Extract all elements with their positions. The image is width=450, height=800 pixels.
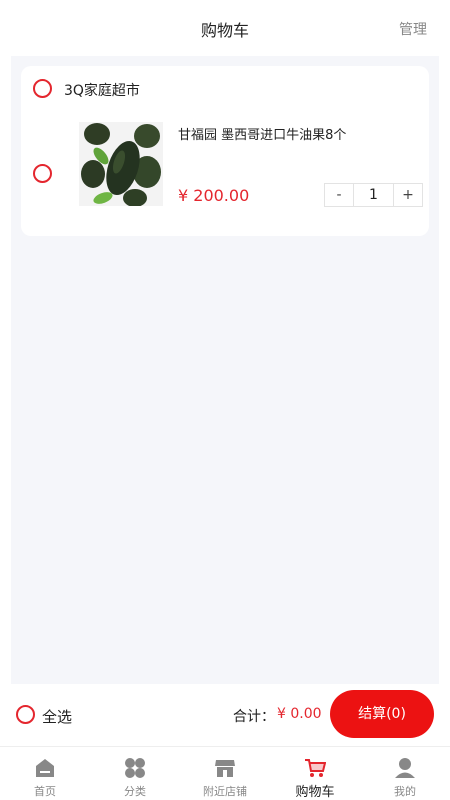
select-all-radio[interactable] bbox=[16, 705, 35, 724]
cart-icon bbox=[304, 757, 327, 779]
store-icon bbox=[214, 757, 236, 779]
shop-select-radio[interactable] bbox=[33, 79, 52, 98]
tab-bar: 首页 分类 附近店铺 购物车 我的 bbox=[0, 746, 450, 800]
header: 购物车 管理 bbox=[0, 0, 450, 56]
product-image[interactable] bbox=[79, 122, 163, 206]
tab-nearby-stores-label: 附近店铺 bbox=[203, 785, 247, 798]
tab-profile[interactable]: 我的 bbox=[360, 747, 450, 800]
tab-cart-label: 购物车 bbox=[295, 785, 335, 800]
cart-content: 3Q家庭超市 甘福园 墨西哥进口牛油果8个 ¥ 200.00 - 1 + bbox=[11, 56, 439, 684]
product-price: ¥ 200.00 bbox=[178, 186, 250, 205]
home-icon bbox=[34, 757, 56, 779]
checkout-button[interactable]: 结算(0) bbox=[330, 690, 434, 738]
shop-name[interactable]: 3Q家庭超市 bbox=[64, 80, 140, 100]
tab-cart[interactable]: 购物车 bbox=[270, 747, 360, 800]
increase-button[interactable]: + bbox=[394, 184, 422, 206]
user-icon bbox=[394, 757, 416, 779]
tab-category[interactable]: 分类 bbox=[90, 747, 180, 800]
total-value: ¥ 0.00 bbox=[277, 706, 322, 722]
tab-nearby-stores[interactable]: 附近店铺 bbox=[180, 747, 270, 800]
page-title: 购物车 bbox=[200, 21, 249, 40]
decrease-button[interactable]: - bbox=[325, 184, 353, 206]
quantity-stepper: - 1 + bbox=[324, 183, 423, 207]
total-label: 合计： bbox=[233, 709, 275, 725]
category-icon bbox=[124, 757, 146, 779]
checkout-bar: 全选 合计： ¥ 0.00 结算(0) bbox=[0, 684, 450, 746]
item-select-radio[interactable] bbox=[33, 164, 52, 183]
quantity-value[interactable]: 1 bbox=[353, 184, 394, 206]
manage-button[interactable]: 管理 bbox=[399, 19, 427, 39]
tab-home-label: 首页 bbox=[34, 785, 56, 798]
select-all-label[interactable]: 全选 bbox=[42, 706, 72, 727]
tab-category-label: 分类 bbox=[124, 785, 146, 798]
tab-profile-label: 我的 bbox=[394, 785, 416, 798]
tab-home[interactable]: 首页 bbox=[0, 747, 90, 800]
shop-card: 3Q家庭超市 甘福园 墨西哥进口牛油果8个 ¥ 200.00 - 1 + bbox=[21, 66, 429, 236]
product-title[interactable]: 甘福园 墨西哥进口牛油果8个 bbox=[178, 124, 346, 143]
